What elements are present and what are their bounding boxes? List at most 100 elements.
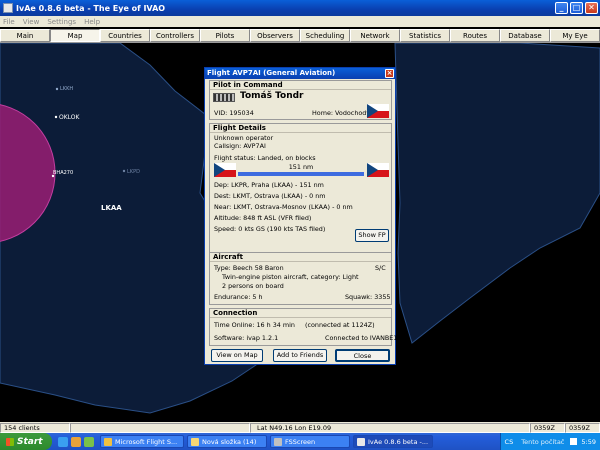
waypoint-oklok-dot [54,115,58,119]
status-empty [70,422,250,433]
view-on-map-button[interactable]: View on Map [211,349,263,362]
add-to-friends-button[interactable]: Add to Friends [273,349,327,362]
task-fsscreen[interactable]: FSScreen [270,435,350,448]
start-label: Start [17,436,43,447]
pilot-home: Home: Vodochody [312,109,371,117]
ivae-icon [357,437,365,446]
connection-connected-at: (connected at 1124Z) [305,321,375,329]
waypoint-lkpd-label: LKPD [127,169,140,175]
app-icon [3,3,13,13]
window-title: IvAe 0.8.6 beta - The Eye of IVAO [16,3,166,13]
system-tray: CS Tento počítač 5:59 [499,433,600,450]
dialog-title-bar: Flight AVP7AI (General Aviation) × [205,68,395,79]
folder-icon [191,437,199,446]
flight-distance: 151 nm [288,163,314,171]
pilot-header: Pilot in Command [210,81,391,90]
task-ivae[interactable]: IvAe 0.8.6 beta -... [353,435,433,448]
pilot-rating-badge-icon [213,93,235,102]
connection-header: Connection [210,309,391,318]
departure-flag-icon [214,163,236,177]
tray-search[interactable]: Tento počítač [521,438,564,446]
tab-database[interactable]: Database [500,29,550,42]
aircraft-class: S/C [375,264,386,272]
fir-east-region [394,43,600,344]
waypoint-bha270-label: BHA270 [53,170,73,176]
tab-pilots[interactable]: Pilots [200,29,250,42]
tab-network[interactable]: Network [350,29,400,42]
aircraft-group: Aircraft Type: Beech 58 Baron S/C Twin-e… [209,252,392,305]
menu-file[interactable]: File [3,18,15,26]
aircraft-description: Twin-engine piston aircraft, category: L… [222,273,359,281]
tab-statistics[interactable]: Statistics [400,29,450,42]
flight-altitude: Altitude: 848 ft ASL (VFR filed) [214,214,312,222]
connection-group: Connection Time Online: 16 h 34 min (con… [209,308,397,346]
menu-bar: File View Settings Help [0,16,600,27]
task-folder[interactable]: Nová složka (14) [187,435,267,448]
aircraft-endurance: Endurance: 5 h [214,293,263,301]
tab-controllers[interactable]: Controllers [150,29,200,42]
connection-time-online: Time Online: 16 h 34 min [214,321,295,329]
task-flight-sim[interactable]: Microsoft Flight S... [100,435,184,448]
tray-speaker-icon[interactable] [570,438,578,445]
task-ivae-label: IvAe 0.8.6 beta -... [368,437,429,446]
status-time-2: 0359Z [565,422,600,433]
flight-progress-fill [238,172,364,176]
aircraft-header: Aircraft [210,253,391,262]
quicklaunch-desktop-icon[interactable] [84,436,94,447]
flight-details-dialog: Flight AVP7AI (General Aviation) × Pilot… [204,67,397,365]
aircraft-persons: 2 persons on board [222,282,284,290]
menu-help[interactable]: Help [84,18,100,26]
connection-server: Connected to IVANBE1 [325,334,398,342]
flight-destination: Dest: LKMT, Ostrava (LKAA) - 0 nm [214,192,326,200]
maximize-button[interactable]: □ [570,2,583,14]
menu-settings[interactable]: Settings [47,18,76,26]
task-folder-label: Nová složka (14) [202,437,257,446]
close-window-button[interactable]: ✕ [585,2,598,14]
flight-status: Flight status: Landed, on blocks [214,154,316,162]
waypoint-lkkh-dot [55,87,59,91]
flight-callsign: Callsign: AVP7AI [214,142,266,150]
tab-my-eye[interactable]: My Eye [550,29,600,42]
flight-nearest: Near: LKMT, Ostrava-Mosnov (LKAA) - 0 nm [214,203,353,211]
pilot-home-flag-icon [367,104,389,118]
destination-flag-icon [367,163,389,177]
tray-clock[interactable]: 5:59 [581,438,596,446]
tab-routes[interactable]: Routes [450,29,500,42]
show-flightplan-button[interactable]: Show FP [355,229,389,242]
flight-details-group: Flight Details Unknown operator Callsign… [209,123,392,256]
status-clients: 154 clients [0,422,70,433]
flight-operator: Unknown operator [214,134,274,142]
windows-logo-icon [6,437,14,446]
title-bar: IvAe 0.8.6 beta - The Eye of IVAO _ □ ✕ [0,0,600,16]
language-indicator[interactable]: CS [505,438,514,446]
tab-observers[interactable]: Observers [250,29,300,42]
status-coordinates: Lat N49.16 Lon E19.09 [250,422,530,433]
close-dialog-button[interactable]: Close [335,349,390,362]
aircraft-type: Type: Beech 58 Baron [214,264,284,272]
flight-departure: Dep: LKPR, Praha (LKAA) - 151 nm [214,181,324,189]
flight-speed: Speed: 0 kts GS (190 kts TAS filed) [214,225,326,233]
flight-progress-track [238,172,364,176]
quicklaunch-media-icon[interactable] [71,436,81,447]
pilot-vid: VID: 195034 [214,109,254,117]
tab-scheduling[interactable]: Scheduling [300,29,350,42]
task-flight-sim-label: Microsoft Flight S... [115,437,178,446]
dialog-close-icon[interactable]: × [385,69,394,78]
pilot-name: Tomáš Tondr [240,91,304,101]
tab-map[interactable]: Map [50,29,100,42]
tab-countries[interactable]: Countries [100,29,150,42]
start-button[interactable]: Start [0,433,52,450]
waypoint-oklok-label: OKLOK [59,114,81,121]
tab-main[interactable]: Main [0,29,50,42]
fir-lkaa-label: LKAA [101,204,122,212]
quicklaunch-ie-icon[interactable] [58,436,68,447]
waypoint-lkkh-label: LKKH [60,86,73,92]
waypoint-lkpd-dot [122,169,126,173]
taskbar: Start Microsoft Flight S... Nová složka … [0,433,600,450]
menu-view[interactable]: View [23,18,40,26]
minimize-button[interactable]: _ [555,2,568,14]
fsscreen-icon [274,437,282,446]
aircraft-squawk: Squawk: 3355 [345,293,391,301]
status-time-1: 0359Z [530,422,565,433]
task-fsscreen-label: FSScreen [285,437,316,446]
